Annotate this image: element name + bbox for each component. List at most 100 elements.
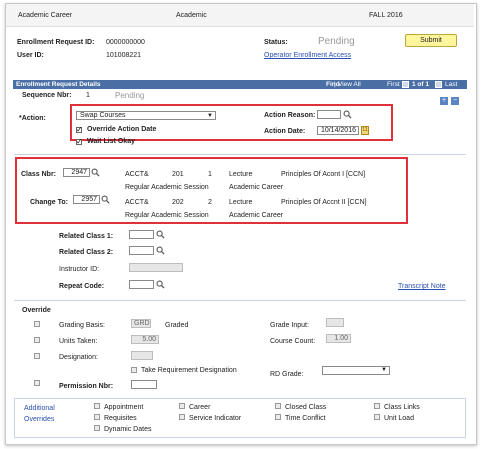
related-class-1-input[interactable] (129, 230, 154, 239)
next-arrow-icon[interactable] (435, 81, 442, 88)
class-nbr-search-icon[interactable] (91, 168, 100, 177)
related-class-2-input[interactable] (129, 246, 154, 255)
class2-subject: ACCT& (125, 199, 149, 206)
dynamic-dates-label: Dynamic Dates (104, 426, 152, 433)
view-all-link[interactable]: View All (338, 80, 361, 89)
class1-catalog: 201 (172, 171, 184, 178)
user-id-label: User ID: (17, 52, 44, 59)
action-date-input[interactable]: 10/14/2016 (317, 126, 359, 135)
change-to-label: Change To: (30, 199, 68, 206)
designation-checkbox[interactable] (34, 353, 40, 359)
class2-career: Academic Career (229, 212, 284, 219)
repeat-code-search-icon[interactable] (156, 280, 165, 289)
sequence-nbr-label: Sequence Nbr: (22, 92, 72, 99)
request-id-value: 0000000000 (106, 39, 145, 46)
details-title: Enrollment Request Details (16, 81, 101, 88)
action-reason-search-icon[interactable] (343, 110, 352, 119)
additional-overrides-title-line2: Overrides (24, 416, 55, 423)
operator-enrollment-access-link[interactable]: Operator Enrollment Access (264, 52, 351, 59)
class1-session: Regular Academic Session (125, 184, 209, 191)
appointment-checkbox[interactable] (94, 403, 100, 409)
permission-nbr-label: Permission Nbr: (59, 383, 114, 390)
service-indicator-label: Service Indicator (189, 415, 242, 422)
class1-component: Lecture (229, 171, 253, 178)
appointment-label: Appointment (104, 404, 144, 411)
previous-arrow-icon[interactable] (402, 81, 409, 88)
unit-load-checkbox[interactable] (374, 414, 380, 420)
permission-nbr-input[interactable] (131, 380, 157, 389)
career-checkbox[interactable] (179, 403, 185, 409)
related-class-1-label: Related Class 1: (59, 233, 114, 240)
enrollment-request-panel (5, 3, 477, 445)
grade-input-field (326, 318, 344, 327)
class2-session: Regular Academic Session (125, 212, 209, 219)
class-links-label: Class Links (384, 404, 420, 411)
closed-class-label: Closed Class (285, 404, 327, 411)
status-value: Pending (318, 36, 355, 47)
sequence-nbr-value: 1 (86, 92, 90, 99)
instructor-id-label: Instructor ID: (59, 266, 100, 273)
dynamic-dates-checkbox[interactable] (94, 425, 100, 431)
units-taken-input: 5.00 (131, 335, 159, 344)
transcript-note-link[interactable]: Transcript Note (398, 283, 446, 290)
override-action-date-checkbox[interactable] (76, 125, 83, 134)
related-class-1-search-icon[interactable] (156, 230, 165, 239)
class1-career: Academic Career (229, 184, 284, 191)
additional-overrides-title-line1: Additional (24, 405, 55, 412)
grade-input-label: Grade Input: (270, 322, 309, 329)
enrollment-request-details-header: Enrollment Request Details Find | View A… (13, 80, 467, 89)
take-requirement-label: Take Requirement Designation (141, 367, 237, 374)
action-label: *Action: (19, 115, 46, 122)
academic-career-value: Academic (176, 12, 207, 19)
class-nbr-label: Class Nbr: (21, 171, 57, 178)
change-to-search-icon[interactable] (101, 195, 110, 204)
first-link[interactable]: First (387, 80, 400, 89)
override-action-date-label: Override Action Date (87, 126, 157, 133)
class1-title: Principles Of Acont I [CCN] (281, 171, 366, 178)
delete-row-icon[interactable]: − (451, 97, 459, 105)
change-to-input[interactable]: 2957 (73, 195, 100, 204)
academic-career-label: Academic Career (18, 12, 73, 19)
service-indicator-checkbox[interactable] (179, 414, 185, 420)
time-conflict-checkbox[interactable] (275, 414, 281, 420)
rd-grade-select[interactable]: ▼ (322, 366, 390, 375)
requisites-checkbox[interactable] (94, 414, 100, 420)
class2-title: Principles Of Accnt II [CCN] (281, 199, 367, 206)
repeat-code-input[interactable] (129, 280, 154, 289)
request-id-label: Enrollment Request ID: (17, 39, 95, 46)
course-count-label: Course Count: (270, 338, 316, 345)
wait-list-okay-checkbox[interactable] (76, 137, 83, 146)
units-taken-checkbox[interactable] (34, 337, 40, 343)
class1-section: 1 (208, 171, 212, 178)
requisites-label: Requisites (104, 415, 137, 422)
class2-component: Lecture (229, 199, 253, 206)
action-select-value: Swap Courses (80, 112, 126, 119)
class-links-checkbox[interactable] (374, 403, 380, 409)
action-reason-input[interactable] (317, 110, 341, 119)
row-counter: 1 of 1 (412, 81, 429, 88)
unit-load-label: Unit Load (384, 415, 414, 422)
add-row-icon[interactable]: + (440, 97, 448, 105)
class-nbr-input[interactable]: 2947 (63, 168, 90, 177)
career-label: Career (189, 404, 211, 411)
rd-grade-label: RD Grade: (270, 371, 304, 378)
last-link[interactable]: Last (445, 80, 457, 89)
user-id-value: 101008221 (106, 52, 142, 59)
permission-nbr-checkbox[interactable] (34, 380, 40, 386)
wait-list-okay-label: Wait List Okay (87, 138, 135, 145)
closed-class-checkbox[interactable] (275, 403, 281, 409)
class2-catalog: 202 (172, 199, 184, 206)
grading-basis-desc: Graded (165, 322, 189, 329)
submit-button[interactable]: Submit (405, 34, 457, 47)
grading-basis-input: GRD (131, 319, 151, 328)
take-requirement-checkbox[interactable] (131, 367, 137, 373)
related-class-2-search-icon[interactable] (156, 246, 165, 255)
time-conflict-label: Time Conflict (285, 415, 326, 422)
calendar-icon[interactable]: 11 (361, 126, 369, 135)
action-select[interactable]: Swap Courses ▼ (76, 111, 216, 120)
override-title: Override (22, 307, 51, 314)
divider (14, 300, 466, 301)
chevron-down-icon: ▼ (381, 367, 387, 373)
grading-basis-checkbox[interactable] (34, 321, 40, 327)
sequence-status: Pending (115, 91, 145, 100)
